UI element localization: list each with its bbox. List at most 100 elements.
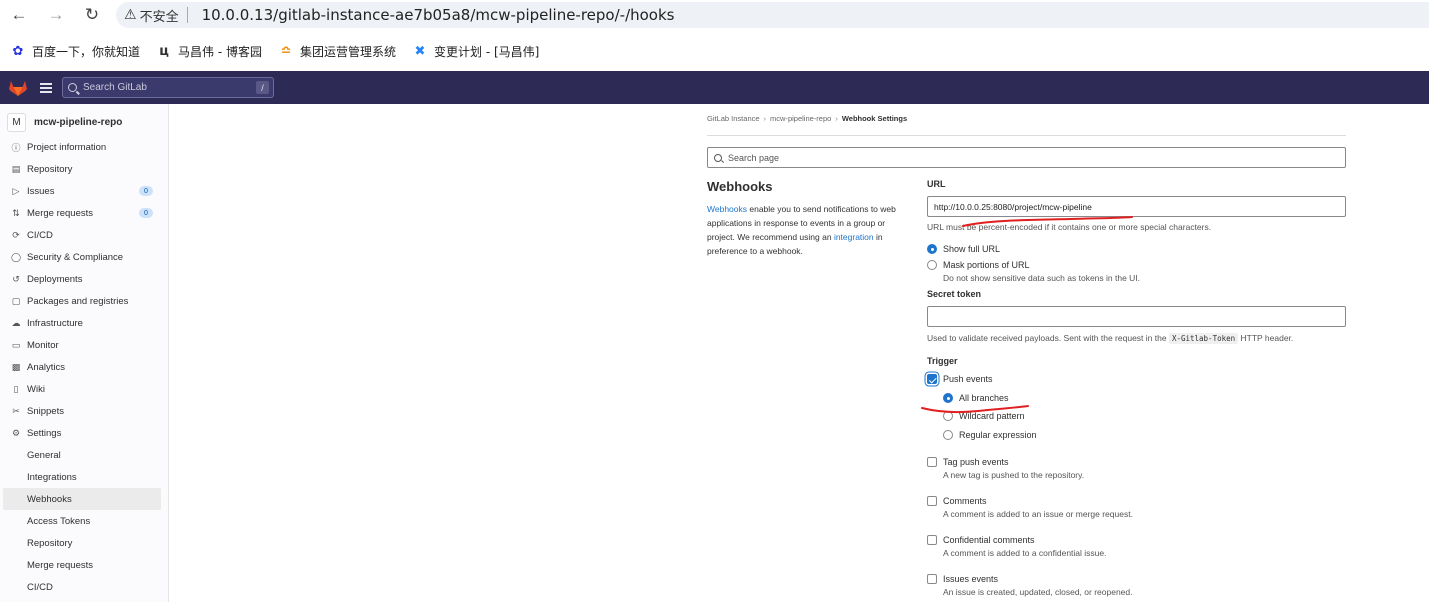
sidebar-item-packages[interactable]: ▢ Packages and registries: [0, 290, 168, 312]
search-shortcut-badge: /: [256, 81, 269, 94]
cloud-icon: ☁: [11, 317, 21, 328]
security-label: 不安全: [139, 9, 179, 25]
mask-url-option[interactable]: Mask portions of URL Do not show sensiti…: [927, 259, 1346, 284]
cnblogs-icon: ц: [159, 43, 169, 59]
push-events-option[interactable]: Push events: [927, 373, 1346, 385]
webhooks-docs-link[interactable]: Webhooks: [707, 204, 747, 214]
menu-hamburger-icon[interactable]: [40, 82, 52, 93]
webhooks-description: Webhooks enable you to send notification…: [707, 202, 902, 258]
sidebar-item-infrastructure[interactable]: ☁ Infrastructure: [0, 312, 168, 334]
all-branches-option[interactable]: All branches: [943, 392, 1346, 404]
issues-events-option[interactable]: Issues events An issue is created, updat…: [927, 573, 1346, 598]
issues-events-checkbox[interactable]: [927, 574, 937, 584]
sidebar-sub-merge-requests[interactable]: Merge requests: [0, 554, 168, 576]
forward-arrow-icon[interactable]: →: [44, 4, 68, 26]
bookmark-ops-system[interactable]: ≏ 集团运营管理系统: [278, 43, 396, 60]
breadcrumb-project[interactable]: mcw-pipeline-repo: [770, 114, 831, 123]
sidebar-item-snippets[interactable]: ✂ Snippets: [0, 400, 168, 422]
security-indicator[interactable]: ⚠ 不安全: [124, 6, 179, 25]
sidebar-item-label: Snippets: [27, 405, 64, 417]
option-description: A comment is added to a confidential iss…: [943, 548, 1107, 558]
sidebar-item-label: Wiki: [27, 383, 45, 395]
info-icon: ⓘ: [11, 142, 21, 153]
sidebar-item-monitor[interactable]: ▭ Monitor: [0, 334, 168, 356]
bookmark-label: 变更计划 - [马昌伟]: [434, 44, 540, 59]
back-arrow-icon[interactable]: ←: [7, 4, 31, 26]
sidebar-item-label: Analytics: [27, 361, 66, 373]
bookmark-baidu[interactable]: ✿ 百度一下，你就知道: [10, 43, 140, 60]
merge-requests-count-badge: 0: [139, 208, 153, 218]
sidebar-item-settings[interactable]: ⚙ Settings: [0, 422, 168, 444]
bookmark-label: 马昌伟 - 博客园: [178, 44, 262, 59]
monitor-icon: ▭: [11, 339, 21, 350]
sidebar-item-label: Issues: [27, 185, 55, 197]
bookmark-label: 百度一下，你就知道: [32, 44, 141, 59]
secret-token-input[interactable]: [927, 306, 1346, 327]
integration-link[interactable]: integration: [834, 232, 874, 242]
sidebar-item-security[interactable]: ◯ Security & Compliance: [0, 246, 168, 268]
regex-option[interactable]: Regular expression: [943, 429, 1346, 441]
sidebar-item-wiki[interactable]: ▯ Wiki: [0, 378, 168, 400]
sidebar-item-merge-requests[interactable]: ⇅ Merge requests 0: [0, 202, 168, 224]
address-url[interactable]: 10.0.0.13/gitlab-instance-ae7b05a8/mcw-p…: [202, 6, 675, 24]
sidebar-sub-webhooks[interactable]: Webhooks: [3, 488, 161, 510]
secret-token-help: Used to validate received payloads. Sent…: [927, 333, 1346, 344]
project-avatar: M: [7, 112, 26, 132]
option-label: Confidential comments: [943, 535, 1035, 545]
page-title: Webhooks: [707, 179, 773, 194]
all-branches-radio[interactable]: [943, 393, 953, 403]
page-search-input[interactable]: [728, 152, 1228, 163]
page-search[interactable]: [707, 147, 1346, 168]
bookmark-cnblogs[interactable]: ц 马昌伟 - 博客园: [156, 43, 262, 60]
bookmark-change-plan[interactable]: ✖ 变更计划 - [马昌伟]: [412, 43, 540, 60]
shield-icon: ◯: [10, 251, 22, 262]
gitlab-logo-icon[interactable]: [8, 79, 28, 97]
sidebar-sub-repository[interactable]: Repository: [0, 532, 168, 554]
sidebar-item-label: CI/CD: [27, 229, 53, 241]
deploy-icon: ↺: [12, 273, 20, 284]
breadcrumb-current[interactable]: Webhook Settings: [842, 114, 907, 123]
regex-radio[interactable]: [943, 430, 953, 440]
book-icon: ▯: [13, 383, 19, 394]
reload-icon[interactable]: ↻: [80, 4, 104, 26]
settings-icon: ⚙: [11, 427, 21, 438]
sidebar-item-deployments[interactable]: ↺ Deployments: [0, 268, 168, 290]
confidential-comments-checkbox[interactable]: [927, 535, 937, 545]
address-bar[interactable]: ⚠ 不安全 10.0.0.13/gitlab-instance-ae7b05a8…: [116, 2, 1429, 28]
sidebar-item-label: Project information: [27, 141, 107, 153]
sidebar-item-cicd[interactable]: ⟳ CI/CD: [0, 224, 168, 246]
chevron-right-icon: ›: [763, 114, 767, 123]
gitlab-search-input[interactable]: [83, 82, 243, 93]
comments-checkbox[interactable]: [927, 496, 937, 506]
confidential-comments-option[interactable]: Confidential comments A comment is added…: [927, 534, 1346, 559]
mask-url-radio[interactable]: [927, 260, 937, 270]
sidebar-item-repository[interactable]: ▤ Repository: [0, 158, 168, 180]
sidebar-item-issues[interactable]: ▷ Issues 0: [0, 180, 168, 202]
breadcrumb: GitLab Instance › mcw-pipeline-repo › We…: [707, 114, 907, 123]
warning-triangle-icon: ⚠: [124, 7, 137, 23]
tag-push-events-checkbox[interactable]: [927, 457, 937, 467]
push-events-checkbox[interactable]: [927, 374, 937, 384]
browser-toolbar: ← → ↻ ⚠ 不安全 10.0.0.13/gitlab-instance-ae…: [0, 0, 1429, 31]
sidebar-item-project-information[interactable]: ⓘ Project information: [0, 136, 168, 158]
show-full-url-radio[interactable]: [927, 244, 937, 254]
sidebar-sub-integrations[interactable]: Integrations: [0, 466, 168, 488]
sidebar-sub-cicd[interactable]: CI/CD: [0, 576, 168, 598]
option-description: A new tag is pushed to the repository.: [943, 470, 1085, 480]
url-input[interactable]: [927, 196, 1346, 217]
sidebar-item-label: Settings: [27, 427, 62, 439]
sidebar-project-header[interactable]: M mcw-pipeline-repo: [0, 108, 168, 136]
gitlab-search[interactable]: /: [62, 77, 274, 98]
sidebar-sub-general[interactable]: General: [0, 444, 168, 466]
option-label: Comments: [943, 496, 987, 506]
baidu-paw-icon: ✿: [12, 43, 24, 59]
sidebar-item-label: Security & Compliance: [27, 251, 124, 263]
wildcard-radio[interactable]: [943, 411, 953, 421]
show-full-url-option[interactable]: Show full URL: [927, 243, 1346, 255]
wildcard-option[interactable]: Wildcard pattern: [943, 410, 1346, 422]
tag-push-events-option[interactable]: Tag push events A new tag is pushed to t…: [927, 456, 1346, 481]
sidebar-item-analytics[interactable]: ▩ Analytics: [0, 356, 168, 378]
sidebar-sub-access-tokens[interactable]: Access Tokens: [0, 510, 168, 532]
comments-option[interactable]: Comments A comment is added to an issue …: [927, 495, 1346, 520]
breadcrumb-instance[interactable]: GitLab Instance: [707, 114, 760, 123]
